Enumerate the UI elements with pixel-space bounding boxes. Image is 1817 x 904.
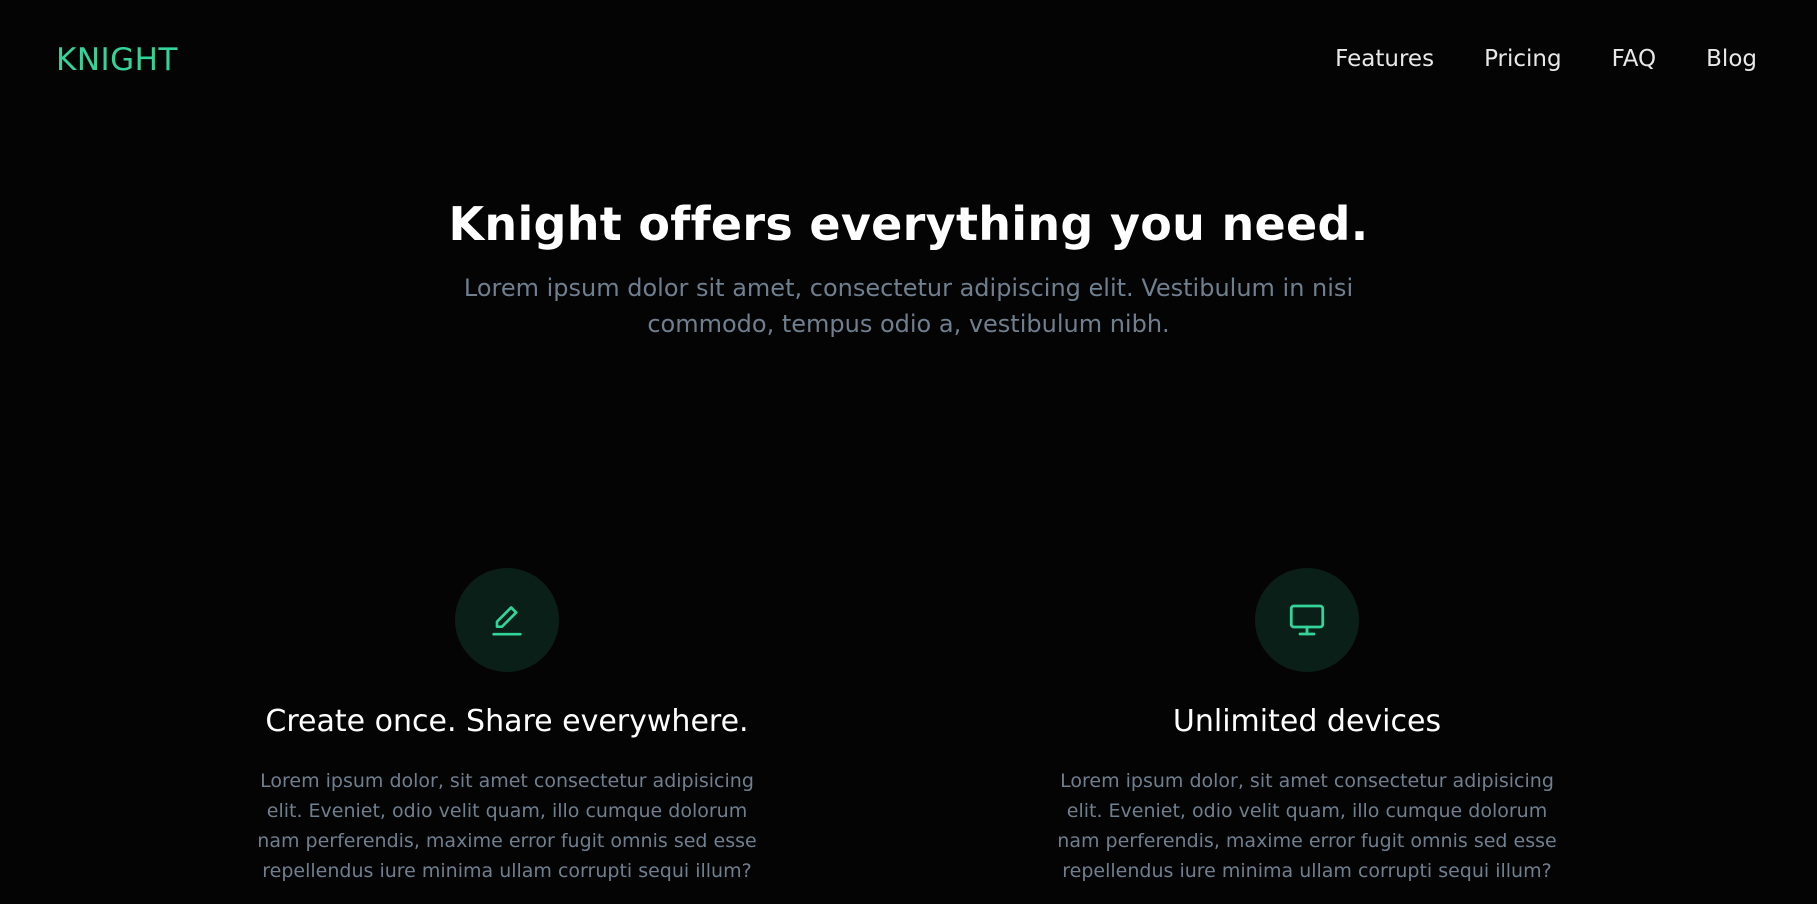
page: KNIGHT Features Pricing FAQ Blog Knight … xyxy=(0,0,1817,904)
pencil-icon xyxy=(492,606,522,636)
monitor-icon xyxy=(1289,604,1325,636)
feature-title: Create once. Share everywhere. xyxy=(265,704,749,739)
feature-card-create-once: Create once. Share everywhere. Lorem ips… xyxy=(247,568,767,886)
feature-title: Unlimited devices xyxy=(1172,704,1442,739)
feature-icon-badge xyxy=(455,568,559,672)
brand-logo[interactable]: KNIGHT xyxy=(56,40,178,80)
hero-subtitle: Lorem ipsum dolor sit amet, consectetur … xyxy=(463,274,1354,338)
nav-item-pricing[interactable]: Pricing xyxy=(1484,42,1562,76)
nav-item-faq[interactable]: FAQ xyxy=(1612,42,1657,76)
features-section: Create once. Share everywhere. Lorem ips… xyxy=(0,568,1817,904)
feature-icon-badge xyxy=(1255,568,1359,672)
site-header: KNIGHT Features Pricing FAQ Blog xyxy=(0,0,1817,118)
nav-item-blog[interactable]: Blog xyxy=(1706,42,1757,76)
nav-item-features[interactable]: Features xyxy=(1335,42,1434,76)
feature-description: Lorem ipsum dolor, sit amet consectetur … xyxy=(1057,770,1557,882)
feature-card-unlimited-devices: Unlimited devices Lorem ipsum dolor, sit… xyxy=(1047,568,1567,886)
hero-section: Knight offers everything you need. Lorem… xyxy=(0,192,1817,342)
hero-title: Knight offers everything you need. xyxy=(448,197,1369,251)
feature-description: Lorem ipsum dolor, sit amet consectetur … xyxy=(257,770,757,882)
main-nav: Features Pricing FAQ Blog xyxy=(1335,42,1757,76)
